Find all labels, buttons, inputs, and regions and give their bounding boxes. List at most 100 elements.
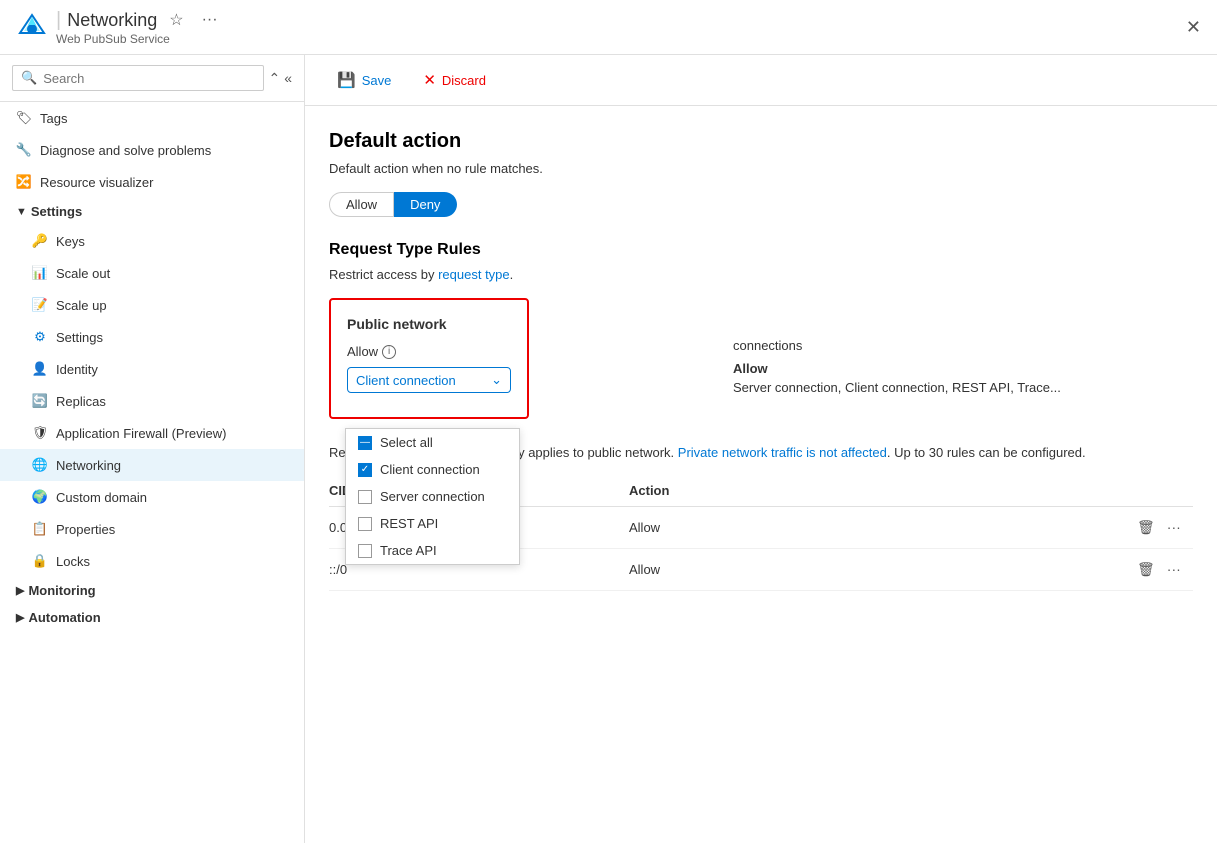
default-action-title: Default action: [329, 130, 1193, 153]
ops-2: 🗑 ···: [1133, 559, 1193, 580]
default-action-description: Default action when no rule matches.: [329, 161, 1193, 176]
sidebar-item-label: Keys: [56, 234, 85, 249]
replicas-icon: 🔄: [32, 393, 48, 409]
top-bar-left: | Networking ☆ ··· Web PubSub Service: [16, 8, 224, 46]
dropdown-item-select-all[interactable]: — Select all: [346, 429, 519, 456]
search-icon: 🔍: [21, 70, 37, 86]
main-container: 🔍 ⌃ « 🏷 Tags 🔧 Diagnose and solve proble…: [0, 55, 1217, 843]
diagnose-icon: 🔧: [16, 142, 32, 158]
dropdown-item-trace-api[interactable]: Trace API: [346, 537, 519, 564]
chevron-right-icon: ▶: [16, 584, 24, 597]
deny-button[interactable]: Deny: [394, 192, 457, 217]
settings-section[interactable]: ▼ Settings: [0, 198, 304, 225]
private-network-link[interactable]: Private network traffic is not affected: [678, 445, 887, 460]
allow-label-row: Allow i: [347, 344, 511, 359]
sidebar-item-label: Tags: [40, 111, 67, 126]
keys-icon: 🔑: [32, 233, 48, 249]
dropdown-item-rest-api[interactable]: REST API: [346, 510, 519, 537]
dropdown-menu: — Select all ✓ Client connection Server …: [345, 428, 520, 565]
request-type-row: Public network Allow i Client connection…: [329, 298, 1193, 419]
close-button[interactable]: ✕: [1186, 17, 1201, 38]
sidebar-item-label: Replicas: [56, 394, 106, 409]
server-connection-label: Server connection: [380, 489, 485, 504]
automation-section[interactable]: ▶ Automation: [0, 604, 304, 631]
public-network-title: Public network: [347, 316, 511, 332]
more-options-button[interactable]: ···: [196, 9, 224, 31]
sidebar-item-label: Scale out: [56, 266, 110, 281]
allow-header: Allow: [733, 361, 1061, 376]
col-ops-header: [1133, 483, 1193, 498]
sidebar-item-identity[interactable]: 👤 Identity: [0, 353, 304, 385]
sidebar-item-resource-visualizer[interactable]: 🔀 Resource visualizer: [0, 166, 304, 198]
sidebar-item-tags[interactable]: 🏷 Tags: [0, 102, 304, 134]
request-type-rules-title: Request Type Rules: [329, 241, 1193, 259]
connections-summary: connections Allow Server connection, Cli…: [733, 298, 1061, 419]
sidebar-item-settings[interactable]: ⚙ Settings: [0, 321, 304, 353]
discard-label: Discard: [442, 73, 486, 88]
toolbar: 💾 Save ✕ Discard: [305, 55, 1217, 106]
sidebar-item-scale-up[interactable]: 📝 Scale up: [0, 289, 304, 321]
sidebar-item-label: Locks: [56, 554, 90, 569]
properties-icon: 📋: [32, 521, 48, 537]
collapse-button[interactable]: «: [284, 70, 292, 87]
search-box[interactable]: 🔍: [12, 65, 264, 91]
save-button[interactable]: 💾 Save: [329, 67, 399, 93]
trace-api-checkbox[interactable]: [358, 544, 372, 558]
sidebar-item-diagnose[interactable]: 🔧 Diagnose and solve problems: [0, 134, 304, 166]
expand-button[interactable]: ⌃: [268, 70, 280, 87]
select-all-checkbox[interactable]: —: [358, 436, 372, 450]
allow-button[interactable]: Allow: [329, 192, 394, 217]
discard-button[interactable]: ✕ Discard: [415, 67, 494, 93]
col-action-header: Action: [629, 483, 1133, 498]
delete-button-1[interactable]: 🗑: [1133, 517, 1159, 538]
content-area: 💾 Save ✕ Discard Default action Default …: [305, 55, 1217, 843]
save-label: Save: [362, 73, 392, 88]
sidebar-item-scale-out[interactable]: 📊 Scale out: [0, 257, 304, 289]
connections-text: connections: [733, 338, 802, 353]
sidebar: 🔍 ⌃ « 🏷 Tags 🔧 Diagnose and solve proble…: [0, 55, 305, 843]
client-connection-checkbox[interactable]: ✓: [358, 463, 372, 477]
trace-api-label: Trace API: [380, 543, 437, 558]
locks-icon: 🔒: [32, 553, 48, 569]
sidebar-search-area: 🔍 ⌃ «: [0, 55, 304, 102]
custom-domain-icon: 🌍: [32, 489, 48, 505]
dropdown-item-client-connection[interactable]: ✓ Client connection: [346, 456, 519, 483]
dropdown-item-server-connection[interactable]: Server connection: [346, 483, 519, 510]
automation-section-label: Automation: [28, 610, 100, 625]
star-button[interactable]: ☆: [163, 8, 189, 32]
page-title: Networking: [67, 10, 157, 31]
sidebar-item-networking[interactable]: 🌐 Networking: [0, 449, 304, 481]
sidebar-item-custom-domain[interactable]: 🌍 Custom domain: [0, 481, 304, 513]
public-network-box: Public network Allow i Client connection…: [329, 298, 529, 419]
more-button-2[interactable]: ···: [1163, 559, 1185, 580]
sidebar-item-label: Resource visualizer: [40, 175, 153, 190]
dropdown-select[interactable]: Client connection ⌄: [347, 367, 511, 393]
app-subtitle: Web PubSub Service: [56, 32, 224, 46]
chevron-down-icon: ⌄: [491, 372, 502, 388]
rest-api-checkbox[interactable]: [358, 517, 372, 531]
rest-api-label: REST API: [380, 516, 438, 531]
collapse-buttons: ⌃ «: [268, 70, 292, 87]
chevron-right-icon2: ▶: [16, 611, 24, 624]
search-input[interactable]: [43, 71, 255, 86]
top-bar: | Networking ☆ ··· Web PubSub Service ✕: [0, 0, 1217, 55]
sidebar-item-replicas[interactable]: 🔄 Replicas: [0, 385, 304, 417]
delete-button-2[interactable]: 🗑: [1133, 559, 1159, 580]
more-button-1[interactable]: ···: [1163, 517, 1185, 538]
monitoring-section[interactable]: ▶ Monitoring: [0, 577, 304, 604]
settings-section-label: Settings: [31, 204, 82, 219]
sidebar-item-properties[interactable]: 📋 Properties: [0, 513, 304, 545]
identity-icon: 👤: [32, 361, 48, 377]
networking-icon: 🌐: [32, 457, 48, 473]
allow-text: Allow: [347, 344, 378, 359]
allow-deny-toggle: Allow Deny: [329, 192, 1193, 217]
discard-icon: ✕: [423, 71, 436, 89]
sidebar-item-label: Scale up: [56, 298, 107, 313]
server-connection-checkbox[interactable]: [358, 490, 372, 504]
select-all-label: Select all: [380, 435, 433, 450]
save-icon: 💾: [337, 71, 356, 89]
request-type-link[interactable]: request type: [438, 267, 510, 282]
sidebar-item-app-firewall[interactable]: 🛡 Application Firewall (Preview): [0, 417, 304, 449]
sidebar-item-keys[interactable]: 🔑 Keys: [0, 225, 304, 257]
sidebar-item-locks[interactable]: 🔒 Locks: [0, 545, 304, 577]
